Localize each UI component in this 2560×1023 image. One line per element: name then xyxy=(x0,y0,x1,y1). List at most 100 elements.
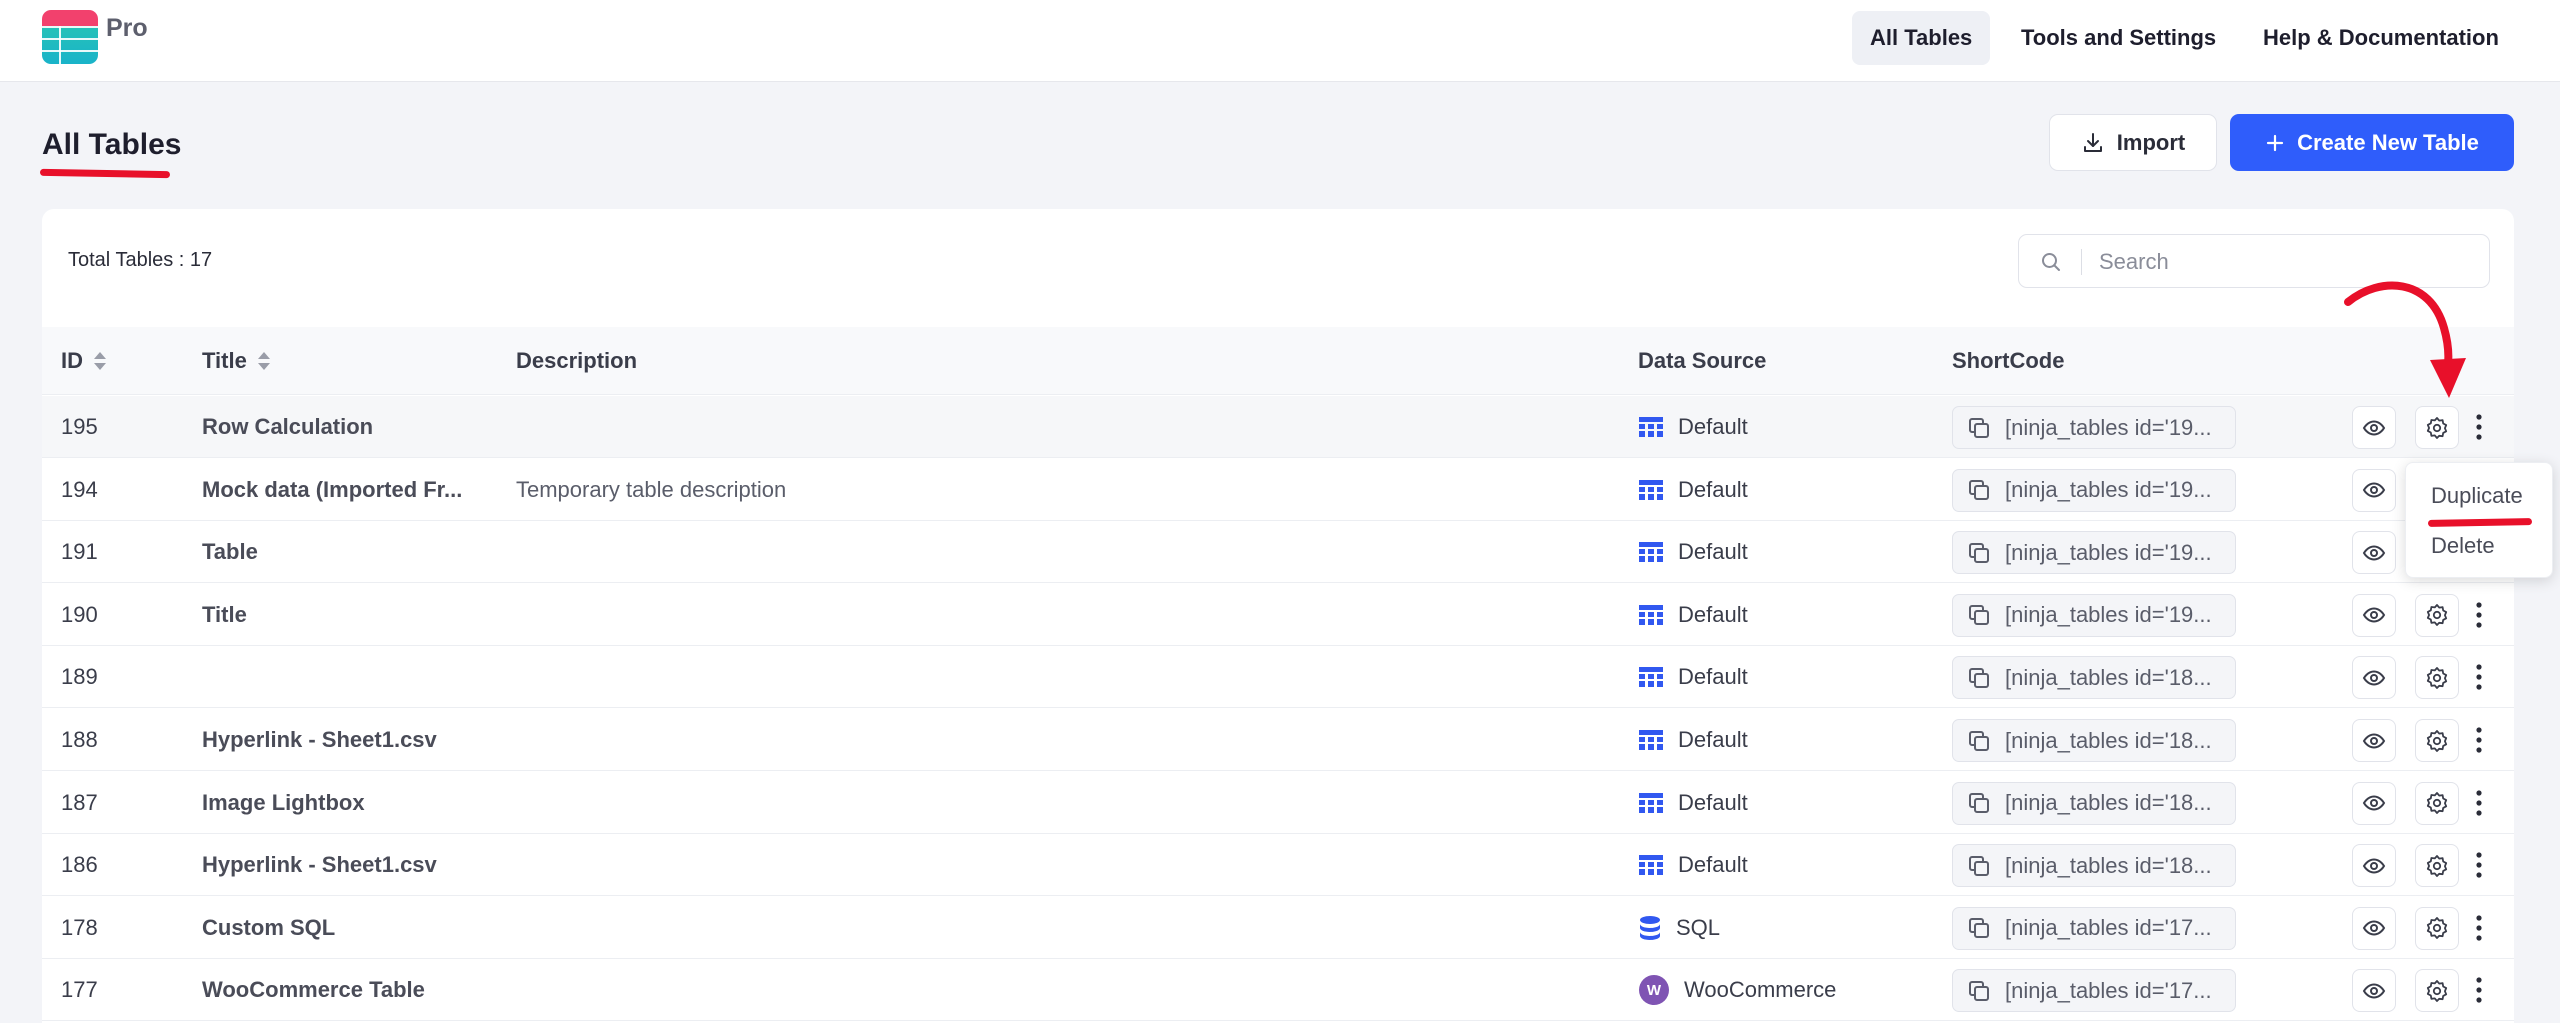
preview-button[interactable] xyxy=(2352,719,2396,762)
shortcode-copy-button[interactable]: [ninja_tables id='17... xyxy=(1952,969,2236,1013)
preview-button[interactable] xyxy=(2352,906,2396,950)
page-title: All Tables xyxy=(42,128,182,161)
table-row[interactable]: 186 Hyperlink - Sheet1.csv Default [ninj… xyxy=(42,834,2514,897)
preview-button[interactable] xyxy=(2352,468,2396,512)
preview-button[interactable] xyxy=(2352,531,2396,575)
shortcode-copy-button[interactable]: [ninja_tables id='19... xyxy=(1952,531,2236,575)
settings-button[interactable] xyxy=(2415,656,2459,700)
row-title[interactable]: Image Lightbox xyxy=(202,772,502,834)
preview-button[interactable] xyxy=(2352,781,2396,825)
shortcode-copy-button[interactable]: [ninja_tables id='18... xyxy=(1952,719,2236,762)
sort-icon[interactable] xyxy=(257,350,271,372)
table-row[interactable]: 178 Custom SQL SQL [ninja_tables id='17.… xyxy=(42,896,2514,959)
column-id-header[interactable]: ID xyxy=(61,327,107,395)
row-more-button[interactable] xyxy=(2469,409,2489,445)
row-title[interactable]: Hyperlink - Sheet1.csv xyxy=(202,834,502,896)
nav-all-tables[interactable]: All Tables xyxy=(1852,11,1991,65)
table-header: ID Title Description Data Source ShortCo… xyxy=(42,327,2514,395)
eye-icon xyxy=(2362,983,2386,999)
database-icon xyxy=(1638,915,1662,941)
sort-icon[interactable] xyxy=(93,350,107,372)
row-title[interactable]: Table xyxy=(202,521,502,583)
table-row[interactable]: 188 Hyperlink - Sheet1.csv Default [ninj… xyxy=(42,709,2514,771)
settings-button[interactable] xyxy=(2415,406,2459,449)
row-title[interactable]: Row Calculation xyxy=(202,396,502,458)
table-row[interactable]: 191 Table Default [ninja_tables id='19..… xyxy=(42,521,2514,584)
table-row[interactable]: 187 Image Lightbox Default [ninja_tables… xyxy=(42,771,2514,834)
row-data-source-label: SQL xyxy=(1676,914,1721,940)
nav-tools-and-settings[interactable]: Tools and Settings xyxy=(2003,11,2234,65)
table-row[interactable]: 177 WooCommerce Table W WooCommerce [nin… xyxy=(42,959,2514,1022)
shortcode-copy-button[interactable]: [ninja_tables id='17... xyxy=(1952,906,2236,950)
column-shortcode-label: ShortCode xyxy=(1952,348,2065,373)
shortcode-text: [ninja_tables id='17... xyxy=(2005,915,2212,941)
row-data-source: Default xyxy=(1638,772,1748,834)
settings-button[interactable] xyxy=(2415,781,2459,825)
row-data-source-label: Default xyxy=(1678,414,1748,439)
ninja-tables-logo-icon[interactable] xyxy=(42,10,98,64)
row-more-button[interactable] xyxy=(2469,910,2489,946)
row-more-button[interactable] xyxy=(2469,785,2489,821)
shortcode-copy-button[interactable]: [ninja_tables id='19... xyxy=(1952,406,2236,449)
download-icon xyxy=(2083,132,2102,152)
table-grid-icon xyxy=(1638,540,1664,564)
delete-menu-item[interactable]: Delete xyxy=(2431,533,2495,559)
shortcode-text: [ninja_tables id='18... xyxy=(2005,664,2212,690)
settings-button[interactable] xyxy=(2415,844,2459,888)
copy-icon xyxy=(1969,480,1989,501)
create-new-table-button[interactable]: Create New Table xyxy=(2230,114,2514,171)
duplicate-menu-item[interactable]: Duplicate xyxy=(2431,483,2523,509)
row-more-button[interactable] xyxy=(2469,847,2489,883)
row-more-button[interactable] xyxy=(2469,659,2489,695)
column-data-source-label: Data Source xyxy=(1638,348,1767,373)
more-vertical-icon xyxy=(2476,852,2482,878)
preview-button[interactable] xyxy=(2352,593,2396,637)
row-more-button[interactable] xyxy=(2469,722,2489,758)
row-more-button[interactable] xyxy=(2469,597,2489,633)
table-row[interactable]: 195 Row Calculation Default [ninja_table… xyxy=(42,396,2514,458)
row-title[interactable]: Title xyxy=(202,584,502,646)
shortcode-copy-button[interactable]: [ninja_tables id='19... xyxy=(1952,468,2236,512)
copy-icon xyxy=(1969,980,1989,1001)
row-title[interactable] xyxy=(202,646,502,708)
nav-help-documentation[interactable]: Help & Documentation xyxy=(2245,11,2517,65)
settings-button[interactable] xyxy=(2415,906,2459,950)
preview-button[interactable] xyxy=(2352,406,2396,449)
preview-button[interactable] xyxy=(2352,656,2396,700)
row-more-button[interactable] xyxy=(2469,972,2489,1008)
copy-icon xyxy=(1969,417,1989,438)
row-title[interactable]: Custom SQL xyxy=(202,897,502,959)
shortcode-copy-button[interactable]: [ninja_tables id='18... xyxy=(1952,656,2236,700)
settings-button[interactable] xyxy=(2415,969,2459,1013)
shortcode-copy-button[interactable]: [ninja_tables id='19... xyxy=(1952,593,2236,637)
gear-icon xyxy=(2426,729,2448,752)
woocommerce-icon: W xyxy=(1638,974,1670,1006)
preview-button[interactable] xyxy=(2352,969,2396,1013)
row-id: 189 xyxy=(61,664,98,690)
table-grid-icon xyxy=(1638,415,1664,439)
row-data-source-label: Default xyxy=(1678,539,1748,565)
shortcode-copy-button[interactable]: [ninja_tables id='18... xyxy=(1952,844,2236,888)
copy-icon xyxy=(1969,855,1989,876)
row-title[interactable]: WooCommerce Table xyxy=(202,959,502,1021)
table-row[interactable]: 190 Title Default [ninja_tables id='19..… xyxy=(42,583,2514,646)
copy-icon xyxy=(1969,542,1989,563)
row-title[interactable]: Hyperlink - Sheet1.csv xyxy=(202,709,502,771)
settings-button[interactable] xyxy=(2415,593,2459,637)
gear-icon xyxy=(2426,666,2448,689)
search-icon xyxy=(2042,253,2060,271)
row-data-source: Default xyxy=(1638,521,1748,583)
preview-button[interactable] xyxy=(2352,844,2396,888)
table-row[interactable]: 194 Mock data (Imported Fr... Temporary … xyxy=(42,458,2514,521)
search-input[interactable] xyxy=(2099,243,2469,281)
row-data-source: Default xyxy=(1638,584,1748,646)
settings-button[interactable] xyxy=(2415,719,2459,762)
column-description-header: Description xyxy=(516,327,637,395)
shortcode-copy-button[interactable]: [ninja_tables id='18... xyxy=(1952,781,2236,825)
row-title[interactable]: Mock data (Imported Fr... xyxy=(202,459,502,521)
column-description-label: Description xyxy=(516,348,638,373)
import-button[interactable]: Import xyxy=(2049,114,2217,171)
column-title-header[interactable]: Title xyxy=(202,327,271,395)
table-row[interactable]: 189 Default [ninja_tables id='18... xyxy=(42,646,2514,709)
shortcode-text: [ninja_tables id='17... xyxy=(2005,977,2212,1003)
